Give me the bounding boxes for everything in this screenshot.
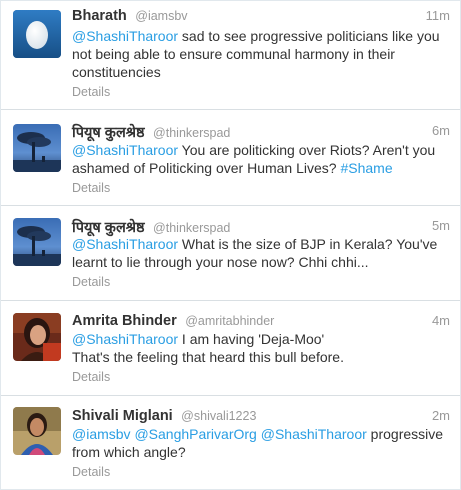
details-link[interactable]: Details: [72, 181, 110, 195]
woman-avatar-icon: [13, 407, 61, 455]
mention-link[interactable]: @ShashiTharoor: [72, 331, 178, 347]
tweet-header: Amrita Bhinder @amritabhinder 4m: [72, 312, 450, 332]
tweet-item[interactable]: Amrita Bhinder @amritabhinder 4m @Shashi…: [1, 301, 460, 396]
tree-avatar-icon: [13, 124, 61, 172]
tweet-username[interactable]: @thinkerspad: [153, 126, 230, 140]
tweet-username[interactable]: @iamsbv: [135, 9, 187, 23]
tweet-username[interactable]: @thinkerspad: [153, 221, 230, 235]
egg-avatar-icon: [13, 10, 61, 58]
details-link[interactable]: Details: [72, 275, 110, 289]
tweet-timestamp[interactable]: 11m: [426, 8, 450, 23]
tweet-fullname[interactable]: पियूष कुलश्रेष्ठ: [72, 125, 145, 141]
tweet-text: @ShashiTharoor sad to see progressive po…: [72, 27, 450, 81]
avatar[interactable]: [13, 124, 61, 172]
tweet-timestamp[interactable]: 2m: [432, 408, 450, 423]
tweet-header: Bharath @iamsbv 11m: [72, 7, 450, 27]
details-link[interactable]: Details: [72, 465, 110, 479]
details-link[interactable]: Details: [72, 85, 110, 99]
mention-link[interactable]: @ShashiTharoor: [261, 426, 367, 442]
tweet-timestamp[interactable]: 5m: [432, 218, 450, 233]
tweet-item[interactable]: Shivali Miglani @shivali1223 2m @iamsbv …: [1, 396, 460, 489]
tweet-text: @iamsbv @SanghParivarOrg @ShashiTharoor …: [72, 425, 450, 461]
tweet-fullname[interactable]: Bharath: [72, 8, 127, 24]
tweet-item[interactable]: पियूष कुलश्रेष्ठ @thinkerspad 6m @Shashi…: [1, 110, 460, 206]
tweet-text: @ShashiTharoor I am having 'Deja-Moo' Tha…: [72, 330, 450, 366]
mention-link[interactable]: @iamsbv: [72, 426, 131, 442]
tweet-fullname[interactable]: Shivali Miglani: [72, 408, 173, 424]
tweet-header: पियूष कुलश्रेष्ठ @thinkerspad 6m: [72, 122, 450, 142]
tweet-header: पियूष कुलश्रेष्ठ @thinkerspad 5m: [72, 217, 450, 237]
tweet-item[interactable]: Bharath @iamsbv 11m @ShashiTharoor sad t…: [1, 1, 460, 110]
tweet-timestamp[interactable]: 6m: [432, 123, 450, 138]
tweet-body-line2: That's the feeling that heard this bull …: [72, 349, 344, 365]
tweet-timestamp[interactable]: 4m: [432, 313, 450, 328]
avatar[interactable]: [13, 313, 61, 361]
tweet-text: @ShashiTharoor You are politicking over …: [72, 141, 450, 177]
mention-link[interactable]: @ShashiTharoor: [72, 142, 178, 158]
tweet-username[interactable]: @amritabhinder: [185, 314, 274, 328]
tweet-body: I am having 'Deja-Moo': [178, 331, 325, 347]
tweet-header: Shivali Miglani @shivali1223 2m: [72, 407, 450, 427]
mention-link[interactable]: @ShashiTharoor: [72, 236, 178, 252]
avatar[interactable]: [13, 218, 61, 266]
avatar[interactable]: [13, 10, 61, 58]
tweet-fullname[interactable]: Amrita Bhinder: [72, 313, 177, 329]
mention-link[interactable]: @ShashiTharoor: [72, 28, 178, 44]
tweet-text: @ShashiTharoor What is the size of BJP i…: [72, 235, 450, 271]
woman-avatar-icon: [13, 313, 61, 361]
tweet-fullname[interactable]: पियूष कुलश्रेष्ठ: [72, 220, 145, 236]
tweet-stream: Bharath @iamsbv 11m @ShashiTharoor sad t…: [0, 0, 461, 490]
tree-avatar-icon: [13, 218, 61, 266]
avatar[interactable]: [13, 407, 61, 455]
tweet-username[interactable]: @shivali1223: [181, 409, 256, 423]
tweet-item[interactable]: पियूष कुलश्रेष्ठ @thinkerspad 5m @Shashi…: [1, 206, 460, 301]
hashtag-link[interactable]: #Shame: [340, 160, 392, 176]
details-link[interactable]: Details: [72, 370, 110, 384]
mention-link[interactable]: @SanghParivarOrg: [134, 426, 256, 442]
